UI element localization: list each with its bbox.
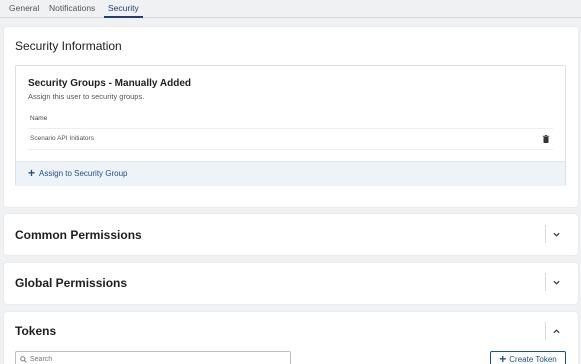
table-row: Scenario API Initiators	[28, 128, 553, 150]
create-token-button[interactable]: + Create Token	[490, 351, 566, 364]
chevron-down-icon[interactable]	[545, 273, 567, 291]
tab-notifications[interactable]: Notifications	[45, 2, 99, 18]
card-subtitle: Assign this user to security groups.	[28, 92, 145, 101]
tab-security[interactable]: Security	[104, 2, 143, 18]
trash-icon[interactable]	[541, 134, 551, 144]
security-group-name: Scenario API Initiators	[30, 135, 94, 142]
search-field[interactable]	[15, 351, 291, 364]
panel-title: Security Information	[15, 39, 122, 53]
column-header-name: Name	[30, 115, 48, 122]
tab-general[interactable]: General	[5, 2, 43, 18]
plus-icon: +	[499, 352, 507, 364]
plus-icon: +	[28, 166, 36, 180]
tab-bar: General Notifications Security	[0, 0, 581, 18]
create-token-label: Create Token	[509, 354, 557, 364]
security-information-panel: Security Information Security Groups - M…	[4, 27, 578, 207]
card-title: Security Groups - Manually Added	[28, 78, 191, 89]
panel-title: Common Permissions	[15, 228, 142, 242]
chevron-down-icon[interactable]	[545, 225, 567, 243]
search-input[interactable]	[30, 355, 270, 363]
assign-bar: + Assign to Security Group	[16, 161, 565, 186]
chevron-up-icon[interactable]	[545, 322, 567, 340]
assign-label: Assign to Security Group	[39, 168, 128, 178]
global-permissions-panel[interactable]: Global Permissions	[4, 263, 578, 304]
panel-title: Tokens	[15, 324, 57, 338]
common-permissions-panel[interactable]: Common Permissions	[4, 214, 578, 255]
panel-title: Global Permissions	[15, 276, 128, 290]
assign-to-security-group-button[interactable]: + Assign to Security Group	[28, 166, 128, 180]
search-icon	[20, 355, 27, 363]
security-groups-card: Security Groups - Manually Added Assign …	[15, 65, 566, 186]
